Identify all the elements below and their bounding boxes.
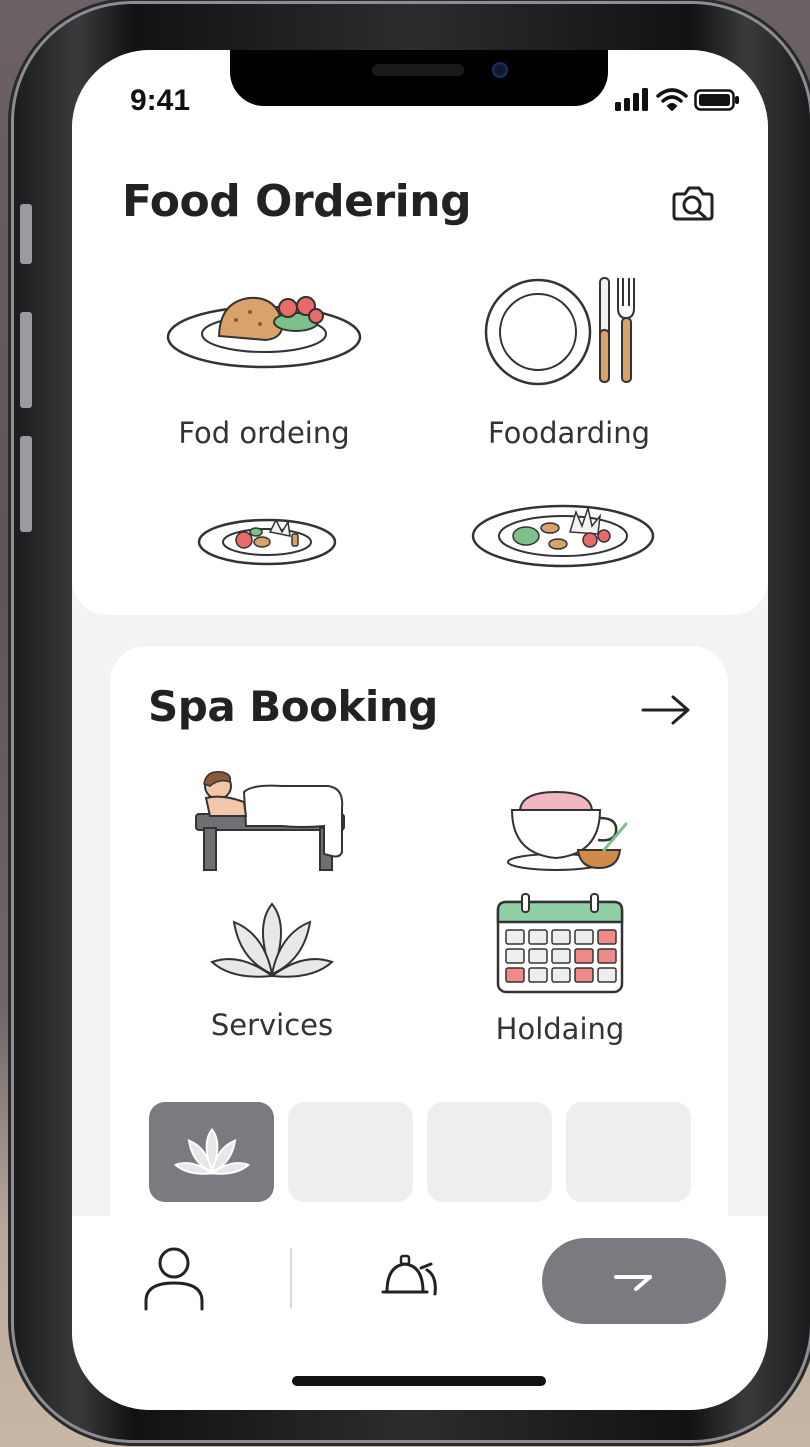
- food-ordering-card: Food Ordering Fod ordeing Foodarding: [72, 50, 768, 615]
- camera-search-button[interactable]: [668, 178, 718, 228]
- plate-cutlery-icon: [484, 277, 635, 386]
- thumbnail-3[interactable]: [427, 1102, 552, 1202]
- food-ordering-title: Food Ordering: [122, 176, 472, 227]
- bottom-nav: [72, 1216, 768, 1410]
- spa-booking-title: Spa Booking: [148, 682, 438, 731]
- spa-booking-arrow-button[interactable]: [638, 688, 694, 732]
- bell-service-icon: [381, 1254, 437, 1296]
- latte-cup-icon: [507, 790, 628, 871]
- camera-search-icon: [672, 186, 714, 221]
- massage-table-icon: [195, 771, 345, 871]
- calendar-icon: [496, 893, 624, 994]
- food-item-salad[interactable]: [196, 512, 338, 572]
- battery-icon: [694, 89, 739, 111]
- arrow-right-icon: [614, 1275, 652, 1291]
- spa-item-label: Holdaing: [495, 1012, 625, 1046]
- nav-profile-button[interactable]: [138, 1242, 210, 1314]
- spa-item-massage[interactable]: [192, 768, 352, 878]
- status-icons: [614, 88, 740, 112]
- food-item-meal[interactable]: Fod ordeing: [164, 282, 364, 450]
- food-item-label: Fod ordeing: [178, 416, 350, 450]
- volume-down-button: [20, 436, 32, 532]
- status-time: 9:41: [130, 84, 191, 117]
- status-bar: 9:41: [72, 76, 768, 120]
- home-indicator: [292, 1376, 546, 1386]
- spa-booking-card: Spa Booking Services Holdaing: [110, 646, 728, 1266]
- thumbnail-lotus[interactable]: [149, 1102, 274, 1202]
- spa-item-calendar[interactable]: Holdaing: [480, 892, 640, 1046]
- spa-item-services[interactable]: Services: [192, 900, 352, 1042]
- garnished-plate-icon: [471, 504, 655, 568]
- nav-service-button[interactable]: [378, 1250, 444, 1300]
- small-salad-plate-icon: [197, 518, 337, 566]
- thumbnail-4[interactable]: [566, 1102, 691, 1202]
- volume-up-button: [20, 312, 32, 408]
- spa-item-label: Services: [210, 1008, 334, 1042]
- spa-item-latte[interactable]: [500, 780, 630, 876]
- thumbnail-2[interactable]: [288, 1102, 413, 1202]
- food-item-plate[interactable]: Foodarding: [484, 274, 654, 450]
- lotus-icon: [173, 1127, 250, 1175]
- plated-meal-icon: [166, 296, 362, 369]
- mute-switch: [20, 204, 32, 264]
- speaker: [372, 64, 464, 76]
- food-item-label: Foodarding: [488, 416, 650, 450]
- food-item-garnished[interactable]: [470, 498, 656, 572]
- continue-fab-button[interactable]: [542, 1238, 726, 1324]
- signal-icon: [615, 88, 648, 111]
- lotus-icon: [210, 902, 334, 978]
- nav-divider: [290, 1248, 292, 1308]
- wifi-icon: [656, 88, 688, 111]
- spa-thumbnail-strip: [149, 1102, 691, 1202]
- arrow-right-icon: [641, 695, 690, 725]
- profile-icon: [144, 1247, 204, 1311]
- screen: Food Ordering Fod ordeing Foodarding Spa…: [72, 50, 768, 1410]
